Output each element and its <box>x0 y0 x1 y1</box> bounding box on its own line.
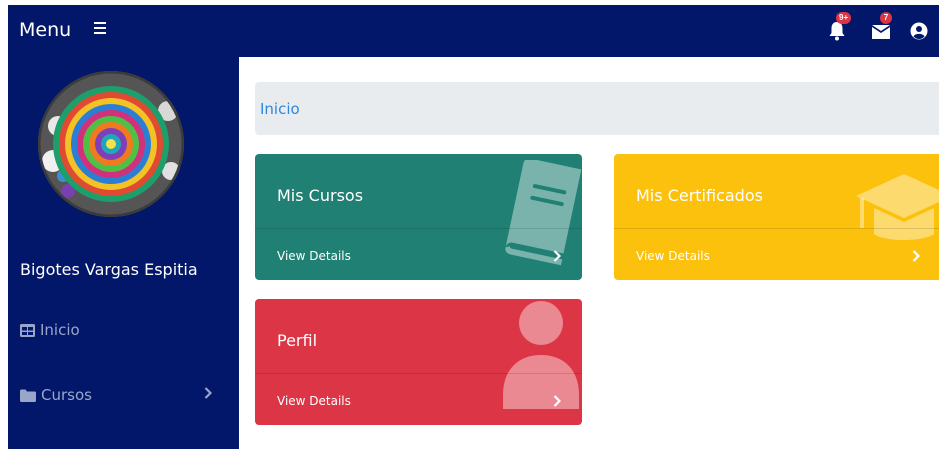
book-icon <box>505 160 581 266</box>
chevron-right-icon <box>553 250 561 262</box>
table-icon <box>20 323 35 337</box>
messages-badge: 7 <box>880 12 892 24</box>
graduation-cap-icon <box>856 174 939 240</box>
user-name: Bigotes Vargas Espitia <box>20 260 198 279</box>
card-divider <box>614 228 939 229</box>
card-title: Mis Certificados <box>636 186 763 205</box>
card-divider <box>255 373 582 374</box>
card-perfil[interactable]: Perfil View Details <box>255 299 582 425</box>
sidebar-item-label: Inicio <box>40 321 80 339</box>
breadcrumb-item-inicio[interactable]: Inicio <box>260 100 300 118</box>
card-mis-cursos[interactable]: Mis Cursos View Details <box>255 154 582 280</box>
sidebar-item-label: Cursos <box>41 386 92 404</box>
chevron-right-icon <box>553 395 561 407</box>
view-details-link[interactable]: View Details <box>636 249 710 263</box>
bell-icon <box>829 22 845 41</box>
hamburger-icon[interactable] <box>94 21 108 35</box>
user-menu-button[interactable] <box>908 18 932 42</box>
folder-icon <box>20 389 36 402</box>
user-icon <box>503 301 579 409</box>
card-title: Mis Cursos <box>277 186 364 205</box>
chevron-right-icon <box>204 387 212 399</box>
top-navbar: Menu 9+ 7 <box>8 5 939 57</box>
envelope-icon <box>872 25 890 39</box>
menu-label[interactable]: Menu <box>19 19 71 41</box>
view-details-link[interactable]: View Details <box>277 394 351 408</box>
card-mis-certificados[interactable]: Mis Certificados View Details <box>614 154 939 280</box>
chevron-right-icon <box>912 250 920 262</box>
card-divider <box>255 228 582 229</box>
view-details-link[interactable]: View Details <box>277 249 351 263</box>
breadcrumb: Inicio <box>255 82 939 135</box>
card-title: Perfil <box>277 331 318 350</box>
sidebar-item-inicio[interactable]: Inicio <box>20 321 80 339</box>
notifications-button[interactable]: 9+ <box>826 12 852 42</box>
sidebar: Bigotes Vargas Espitia Inicio Cursos <box>8 57 239 449</box>
messages-button[interactable]: 7 <box>870 12 894 42</box>
user-circle-icon <box>910 22 928 40</box>
notifications-badge: 9+ <box>836 12 852 24</box>
sidebar-item-cursos[interactable]: Cursos <box>20 386 92 404</box>
avatar <box>38 71 184 217</box>
